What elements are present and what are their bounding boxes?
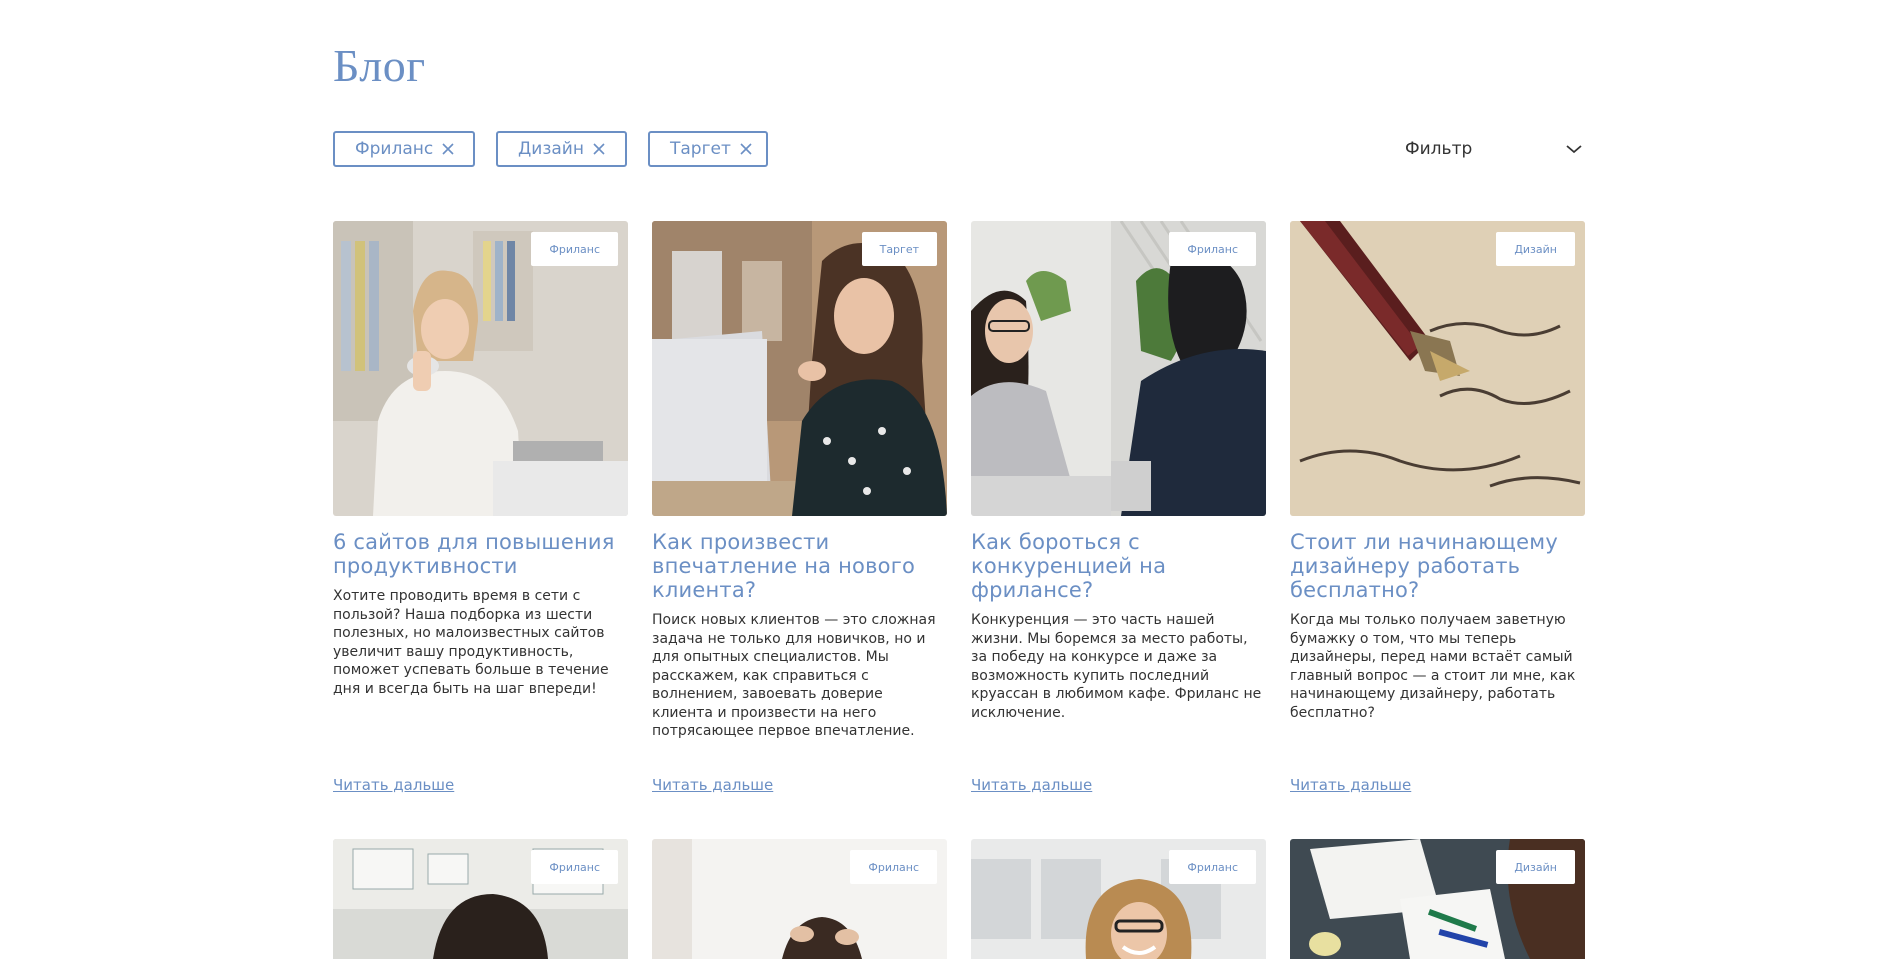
post-tag-badge[interactable]: Таргет (861, 232, 937, 266)
post-title[interactable]: Стоит ли начинающему дизайнеру работать … (1290, 530, 1585, 602)
filter-chip-design[interactable]: Дизайн (496, 131, 627, 167)
post-tag-badge[interactable]: Фриланс (1169, 850, 1256, 884)
post-image[interactable]: Фриланс (971, 221, 1266, 516)
post-image[interactable]: Фриланс (652, 839, 947, 959)
post-tag-badge[interactable]: Дизайн (1496, 850, 1575, 884)
blog-page: Блог Фриланс Дизайн Таргет Фильтр Фрилан… (0, 0, 1900, 959)
post-image[interactable]: Фриланс (971, 839, 1266, 959)
post-tag-badge[interactable]: Дизайн (1496, 232, 1575, 266)
post-tag-badge[interactable]: Фриланс (1169, 232, 1256, 266)
close-icon[interactable] (592, 142, 606, 156)
read-more-link[interactable]: Читать дальше (1290, 776, 1411, 794)
filter-chip-target[interactable]: Таргет (648, 131, 768, 167)
post-excerpt: Поиск новых клиентов — это сложная задач… (652, 612, 936, 739)
filter-bar: Фриланс Дизайн Таргет Фильтр (333, 131, 1583, 171)
post-title[interactable]: Как бороться с конкуренцией на фрилансе? (971, 530, 1266, 602)
post-image[interactable]: Дизайн (1290, 839, 1585, 959)
post-image[interactable]: Таргет (652, 221, 947, 516)
post-tag-badge[interactable]: Фриланс (531, 232, 618, 266)
post-title[interactable]: 6 сайтов для повышения продуктивности (333, 530, 628, 578)
filter-chip-label: Дизайн (518, 139, 584, 159)
read-more-link[interactable]: Читать дальше (971, 776, 1092, 794)
post-card: Дизайн (1290, 839, 1585, 959)
post-card: Таргет Как произвести впечатление на нов… (652, 221, 947, 794)
post-excerpt: Конкуренция — это часть нашей жизни. Мы … (971, 612, 1262, 721)
filter-chip-freelance[interactable]: Фриланс (333, 131, 475, 167)
filter-dropdown[interactable]: Фильтр (1405, 131, 1583, 167)
close-icon[interactable] (441, 142, 455, 156)
close-icon[interactable] (739, 142, 753, 156)
post-card: Фриланс Как бороться с конкуренцией на ф… (971, 221, 1266, 794)
post-card: Фриланс (333, 839, 628, 959)
post-image[interactable]: Фриланс (333, 221, 628, 516)
post-title[interactable]: Как произвести впечатление на нового кли… (652, 530, 947, 602)
read-more-link[interactable]: Читать дальше (333, 776, 454, 794)
post-card: Фриланс (971, 839, 1266, 959)
filter-dropdown-label: Фильтр (1405, 139, 1473, 159)
post-tag-badge[interactable]: Фриланс (850, 850, 937, 884)
post-image[interactable]: Дизайн (1290, 221, 1585, 516)
post-excerpt: Хотите проводить время в сети с пользой?… (333, 588, 609, 697)
post-excerpt: Когда мы только получаем заветную бумажк… (1290, 612, 1576, 721)
chevron-down-icon (1565, 143, 1583, 155)
post-image[interactable]: Фриланс (333, 839, 628, 959)
post-card: Фриланс (652, 839, 947, 959)
post-tag-badge[interactable]: Фриланс (531, 850, 618, 884)
filter-chip-label: Таргет (670, 139, 731, 159)
page-title: Блог (333, 40, 426, 91)
post-card: Дизайн Стоит ли начинающему дизайнеру ра… (1290, 221, 1585, 794)
filter-chip-label: Фриланс (355, 139, 434, 159)
post-card: Фриланс 6 сайтов для повышения продуктив… (333, 221, 628, 794)
read-more-link[interactable]: Читать дальше (652, 776, 773, 794)
